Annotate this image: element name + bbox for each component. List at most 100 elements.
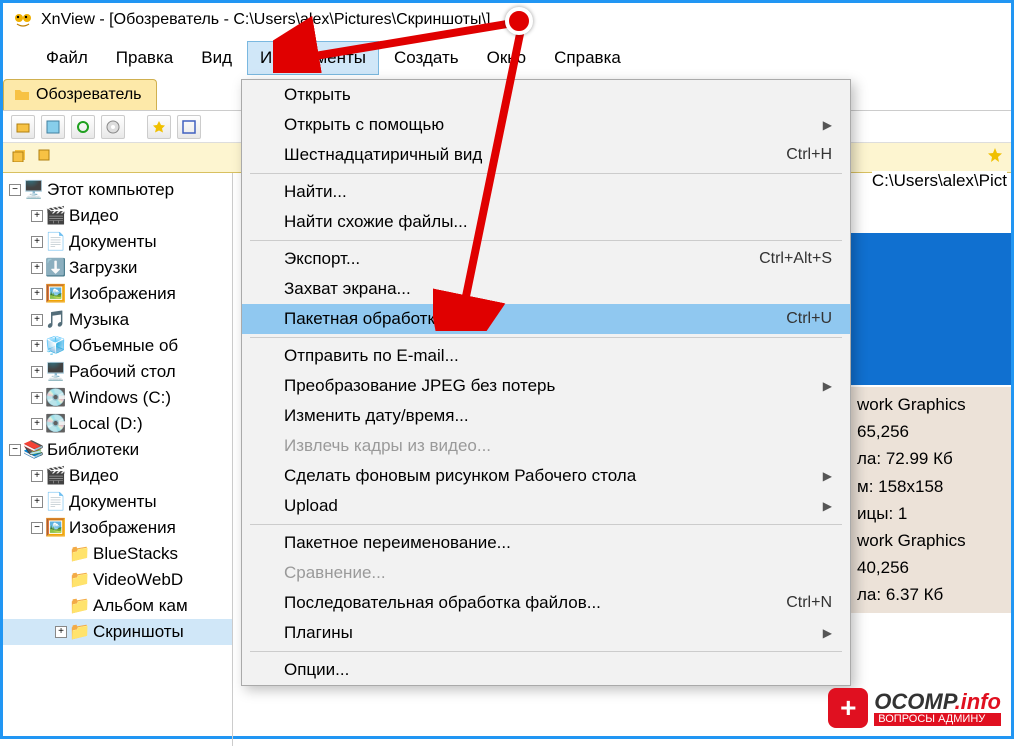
folder-icon: 📁 [71, 572, 89, 588]
tree-libraries[interactable]: −📚Библиотеки [3, 437, 232, 463]
expand-icon[interactable]: + [31, 210, 43, 222]
expand-icon[interactable]: + [31, 496, 43, 508]
menu-plugins[interactable]: Плагины▶ [242, 618, 850, 648]
video-folder-icon: 🎬 [47, 208, 65, 224]
tree-documents[interactable]: +📄Документы [3, 229, 232, 255]
folder-tree: −🖥️Этот компьютер +🎬Видео +📄Документы +⬇… [3, 173, 233, 746]
info-pages: ицы: 1 [857, 500, 1005, 527]
pictures-folder-icon: 🖼️ [47, 286, 65, 302]
expand-icon[interactable]: + [31, 366, 43, 378]
expand-icon[interactable]: + [55, 626, 67, 638]
menu-set-wallpaper[interactable]: Сделать фоновым рисунком Рабочего стола▶ [242, 461, 850, 491]
tree-drive-c[interactable]: +💽Windows (C:) [3, 385, 232, 411]
tree-music[interactable]: +🎵Музыка [3, 307, 232, 333]
tree-videowebd[interactable]: 📁VideoWebD [3, 567, 232, 593]
menu-batch-processing[interactable]: Пакетная обработка...Ctrl+U [242, 304, 850, 334]
menu-screen-capture[interactable]: Захват экрана... [242, 274, 850, 304]
thumbnail-selection[interactable] [851, 233, 1011, 385]
info-format: work Graphics [857, 391, 1005, 418]
menu-file[interactable]: Файл [33, 41, 101, 75]
menu-separator [250, 524, 842, 525]
menu-edit[interactable]: Правка [103, 41, 186, 75]
menu-open[interactable]: Открыть [242, 80, 850, 110]
menu-create[interactable]: Создать [381, 41, 472, 75]
expand-icon[interactable]: + [31, 314, 43, 326]
menu-help[interactable]: Справка [541, 41, 634, 75]
toolbar2-icon1[interactable] [11, 148, 29, 167]
fullscreen-button[interactable] [177, 115, 201, 139]
menu-jpeg-lossless[interactable]: Преобразование JPEG без потерь▶ [242, 371, 850, 401]
file-info-panel: work Graphics 65,256 ла: 72.99 Кб м: 158… [851, 387, 1011, 613]
collapse-icon[interactable]: − [9, 184, 21, 196]
video-folder-icon: 🎬 [47, 468, 65, 484]
tree-lib-pictures[interactable]: −🖼️Изображения [3, 515, 232, 541]
tree-this-pc[interactable]: −🖥️Этот компьютер [3, 177, 232, 203]
tree-downloads[interactable]: +⬇️Загрузки [3, 255, 232, 281]
star-icon[interactable] [987, 147, 1003, 168]
collapse-icon[interactable]: − [9, 444, 21, 456]
path-field[interactable]: C:\Users\alex\Pict [872, 171, 1007, 191]
menu-window[interactable]: Окно [474, 41, 540, 75]
refresh-button[interactable] [71, 115, 95, 139]
info-format2: work Graphics [857, 527, 1005, 554]
submenu-arrow-icon: ▶ [823, 499, 832, 513]
menu-open-with[interactable]: Открыть с помощью▶ [242, 110, 850, 140]
menu-find-similar[interactable]: Найти схожие файлы... [242, 207, 850, 237]
menu-separator [250, 240, 842, 241]
menu-change-datetime[interactable]: Изменить дату/время... [242, 401, 850, 431]
tree-pictures[interactable]: +🖼️Изображения [3, 281, 232, 307]
tree-lib-documents[interactable]: +📄Документы [3, 489, 232, 515]
open-button[interactable] [11, 115, 35, 139]
tree-album-cam[interactable]: 📁Альбом кам [3, 593, 232, 619]
menu-separator [250, 651, 842, 652]
expand-icon[interactable]: + [31, 340, 43, 352]
menu-export[interactable]: Экспорт...Ctrl+Alt+S [242, 244, 850, 274]
menu-find[interactable]: Найти... [242, 177, 850, 207]
submenu-arrow-icon: ▶ [823, 469, 832, 483]
info-filesize2: ла: 6.37 Кб [857, 581, 1005, 608]
image-button[interactable] [41, 115, 65, 139]
tree-lib-video[interactable]: +🎬Видео [3, 463, 232, 489]
desktop-folder-icon: 🖥️ [47, 364, 65, 380]
expand-icon[interactable]: + [31, 288, 43, 300]
folder-icon: 📁 [71, 598, 89, 614]
tree-drive-d[interactable]: +💽Local (D:) [3, 411, 232, 437]
tree-desktop[interactable]: +🖥️Рабочий стол [3, 359, 232, 385]
menu-options[interactable]: Опции... [242, 655, 850, 685]
tab-browser[interactable]: Обозреватель [3, 79, 157, 110]
documents-folder-icon: 📄 [47, 494, 65, 510]
music-folder-icon: 🎵 [47, 312, 65, 328]
star-button[interactable] [147, 115, 171, 139]
menu-compare: Сравнение... [242, 558, 850, 588]
tree-bluestacks[interactable]: 📁BlueStacks [3, 541, 232, 567]
tree-3d-objects[interactable]: +🧊Объемные об [3, 333, 232, 359]
menu-batch-rename[interactable]: Пакетное переименование... [242, 528, 850, 558]
tree-video[interactable]: +🎬Видео [3, 203, 232, 229]
expand-icon[interactable]: + [31, 262, 43, 274]
watermark: + OCOMP.info ВОПРОСЫ АДМИНУ [828, 688, 1001, 728]
menu-send-email[interactable]: Отправить по E-mail... [242, 341, 850, 371]
menu-view[interactable]: Вид [188, 41, 245, 75]
expand-icon[interactable]: + [31, 418, 43, 430]
expand-icon[interactable]: + [31, 392, 43, 404]
pictures-folder-icon: 🖼️ [47, 520, 65, 536]
downloads-folder-icon: ⬇️ [47, 260, 65, 276]
cd-button[interactable] [101, 115, 125, 139]
toolbar2-icon2[interactable] [37, 148, 55, 167]
expand-icon[interactable]: + [31, 470, 43, 482]
app-icon [13, 10, 33, 30]
folder-icon [14, 87, 30, 103]
menu-upload[interactable]: Upload▶ [242, 491, 850, 521]
menu-separator [250, 337, 842, 338]
documents-folder-icon: 📄 [47, 234, 65, 250]
menu-hex-view[interactable]: Шестнадцатиричный видCtrl+H [242, 140, 850, 170]
menubar: Файл Правка Вид Инструменты Создать Окно… [3, 37, 1011, 79]
menu-sequential-processing[interactable]: Последовательная обработка файлов...Ctrl… [242, 588, 850, 618]
tree-screenshots[interactable]: +📁Скриншоты [3, 619, 232, 645]
expand-icon[interactable]: + [31, 236, 43, 248]
collapse-icon[interactable]: − [31, 522, 43, 534]
menu-tools[interactable]: Инструменты [247, 41, 379, 75]
menu-extract-video: Извлечь кадры из видео... [242, 431, 850, 461]
info-dimensions: м: 158x158 [857, 473, 1005, 500]
window-title: XnView - [Обозреватель - C:\Users\alex\P… [41, 11, 490, 29]
